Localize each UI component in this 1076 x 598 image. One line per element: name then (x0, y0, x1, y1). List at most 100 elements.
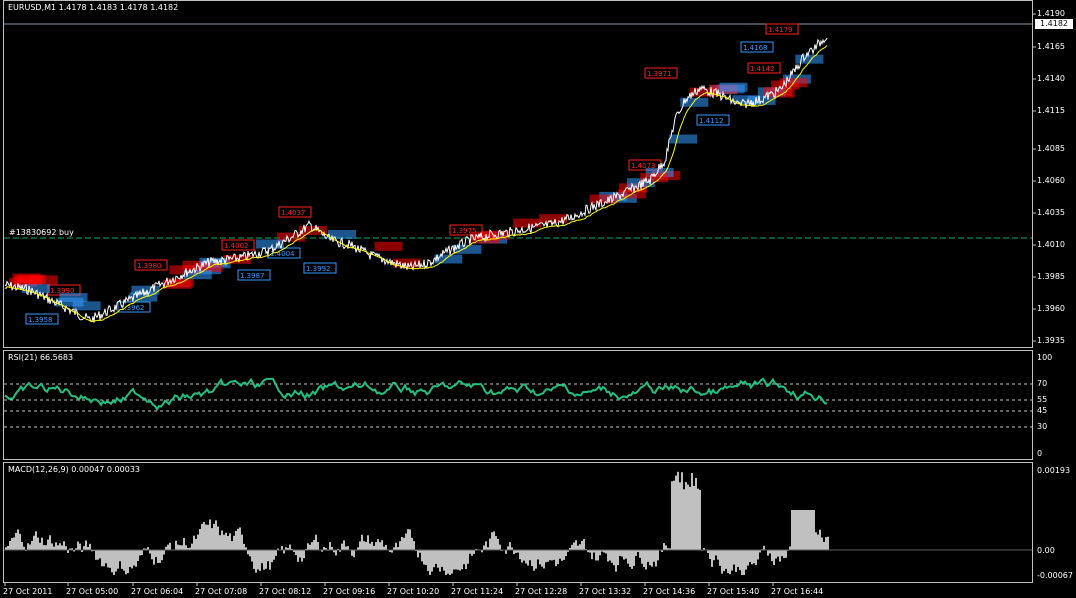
macd-histogram-bar (19, 533, 21, 550)
macd-histogram-bar (619, 550, 621, 556)
price-label-cluster (719, 82, 748, 92)
macd-histogram-bar (273, 550, 275, 560)
macd-histogram-bar (813, 510, 815, 550)
macd-histogram-bar (473, 550, 475, 554)
macd-histogram-bar (697, 488, 699, 550)
macd-histogram-bar (683, 489, 685, 550)
macd-histogram-bar (597, 550, 599, 561)
macd-histogram-bar (17, 529, 19, 550)
macd-histogram-bar (599, 550, 601, 556)
macd-histogram-bar (95, 550, 97, 560)
macd-histogram-bar (85, 540, 87, 550)
macd-histogram-bar (573, 542, 575, 550)
macd-histogram-bar (591, 550, 593, 560)
rsi-axis-label: 100 (1037, 353, 1053, 362)
macd-histogram-bar (231, 541, 233, 550)
macd-histogram-bar (111, 550, 113, 573)
macd-histogram-bar (811, 510, 813, 550)
macd-histogram-bar (769, 550, 771, 554)
macd-histogram-bar (103, 550, 105, 567)
macd-histogram-bar (663, 543, 665, 550)
macd-histogram-bar (361, 534, 363, 550)
macd-histogram-bar (201, 523, 203, 550)
macd-histogram-bar (557, 550, 559, 565)
macd-histogram-bar (453, 550, 455, 570)
macd-histogram-bar (307, 543, 309, 550)
macd-histogram-bar (555, 550, 557, 567)
macd-histogram-bar (785, 550, 787, 558)
red-price-label-text: 1.3971 (647, 70, 672, 78)
red-price-label-text: 1.4179 (768, 26, 793, 34)
macd-histogram-bar (261, 550, 263, 564)
macd-histogram-bar (777, 550, 779, 557)
macd-histogram-bar (731, 550, 733, 571)
macd-histogram-bar (137, 550, 139, 562)
macd-histogram-bar (383, 546, 385, 550)
macd-histogram-bar (613, 550, 615, 566)
macd-histogram-bar (299, 550, 301, 558)
macd-histogram-bar (641, 550, 643, 564)
time-axis-label: 27 Oct 07:08 (195, 587, 248, 596)
macd-histogram-bar (657, 550, 659, 561)
macd-histogram-bar (655, 550, 657, 567)
macd-histogram-bar (191, 543, 193, 550)
macd-histogram-bar (607, 550, 609, 562)
macd-histogram-bar (151, 550, 153, 560)
macd-histogram-bar (157, 550, 159, 563)
macd-histogram-bar (369, 543, 371, 550)
macd-histogram-bar (265, 550, 267, 569)
macd-histogram-bar (207, 524, 209, 550)
price-label-cluster (669, 134, 698, 144)
macd-histogram-bar (767, 550, 769, 556)
macd-histogram-bar (449, 550, 451, 575)
macd-histogram-bar (791, 510, 793, 550)
macd-histogram-bar (615, 550, 617, 572)
macd-histogram-bar (757, 550, 759, 560)
macd-histogram-bar (347, 546, 349, 550)
rsi-axis-label: 70 (1037, 379, 1048, 388)
macd-histogram-bar (315, 534, 317, 550)
macd-histogram-bar (781, 550, 783, 557)
macd-histogram-bar (403, 537, 405, 550)
macd-histogram-bar (459, 550, 461, 571)
macd-histogram-bar (531, 550, 533, 567)
macd-histogram-bar (353, 550, 355, 558)
macd-histogram-bar (183, 537, 185, 550)
macd-histogram-bar (529, 550, 531, 561)
macd-histogram-bar (771, 550, 773, 562)
macd-histogram-bar (253, 550, 255, 569)
macd-histogram-bar (375, 542, 377, 550)
macd-histogram-bar (193, 535, 195, 550)
order-line-label: #13830692 buy (9, 228, 74, 237)
time-axis-label: 27 Oct 16:44 (771, 587, 824, 596)
macd-histogram-bar (447, 550, 449, 574)
macd-histogram-bar (251, 550, 253, 562)
macd-histogram-bar (433, 550, 435, 568)
macd-histogram-bar (185, 545, 187, 550)
macd-histogram-bar (313, 540, 315, 550)
macd-histogram-bar (99, 550, 101, 559)
macd-histogram-bar (127, 550, 129, 574)
macd-histogram-bar (457, 550, 459, 570)
macd-histogram-bar (673, 480, 675, 550)
macd-histogram-bar (241, 534, 243, 550)
macd-histogram-bar (627, 550, 629, 564)
macd-histogram-bar (617, 550, 619, 566)
macd-histogram-bar (411, 537, 413, 550)
price-axis-label: 1.4140 (1037, 74, 1065, 83)
macd-histogram-bar (713, 550, 715, 561)
macd-histogram-bar (7, 545, 9, 550)
macd-histogram-bar (233, 535, 235, 550)
macd-histogram-bar (551, 550, 553, 561)
macd-histogram-bar (385, 544, 387, 550)
macd-histogram-bar (643, 550, 645, 567)
macd-histogram-bar (579, 544, 581, 550)
macd-histogram-bar (709, 550, 711, 560)
macd-histogram-bar (149, 550, 151, 554)
macd-histogram-bar (367, 535, 369, 550)
time-axis-label: 27 Oct 12:28 (515, 587, 568, 596)
macd-histogram-bar (467, 550, 469, 564)
price-axis-label: 1.3985 (1037, 272, 1065, 281)
macd-histogram-bar (647, 550, 649, 562)
price-axis-label: 1.3960 (1037, 304, 1065, 313)
